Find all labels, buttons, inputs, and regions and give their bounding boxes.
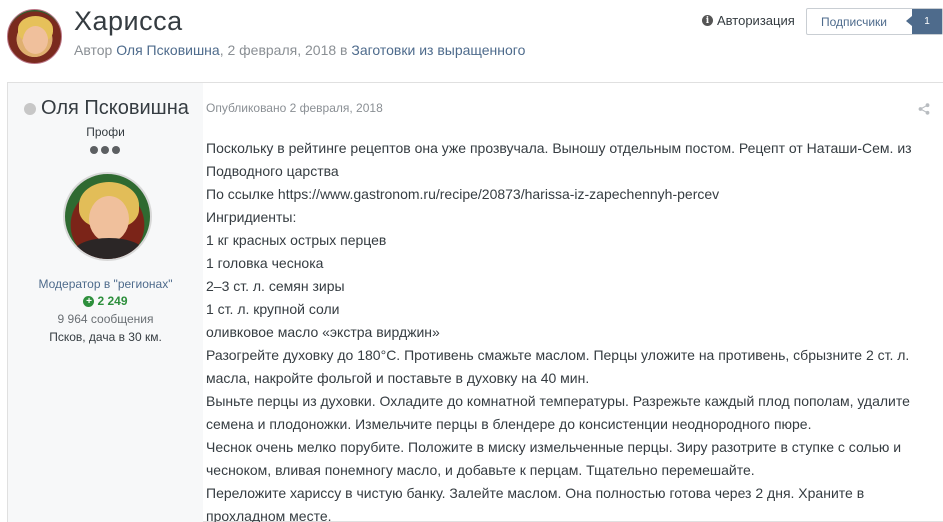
author-avatar-small[interactable] — [7, 9, 62, 64]
post-line: Разогрейте духовку до 180°С. Противень с… — [206, 347, 910, 386]
author-rank: Профи — [86, 125, 125, 139]
post-line: 1 кг красных острых перцев — [206, 232, 387, 248]
post-line: Выньте перцы из духовки. Охладите до ком… — [206, 393, 910, 432]
info-icon: i — [702, 15, 713, 26]
topic-title: Харисса — [74, 6, 183, 36]
topic-author-link[interactable]: Оля Псковишна — [116, 42, 220, 58]
post-line: Ингридиенты: — [206, 209, 297, 225]
follow-label: Подписчики — [821, 14, 888, 29]
topic-meta: Автор Оля Псковишна, 2 февраля, 2018 в З… — [74, 42, 525, 58]
post-author-column: Оля Псковишна Профи Модератор в "региона… — [8, 83, 203, 522]
post-line: Чеснок очень мелко порубите. Положите в … — [206, 439, 902, 478]
post-line-link[interactable]: По ссылке https://www.gastronom.ru/recip… — [206, 183, 938, 206]
post: Оля Псковишна Профи Модератор в "региона… — [7, 82, 943, 522]
follow-button[interactable]: Подписчики 1 — [806, 8, 943, 35]
post-line: Переложите хариссу в чистую банку. Залей… — [206, 485, 865, 522]
reputation-badge[interactable]: + 2 249 — [8, 294, 203, 308]
post-line: оливковое масло «экстра вирджин» — [206, 324, 440, 340]
meta-date: , 2 февраля, 2018 в — [219, 42, 352, 58]
auth-label: Авторизация — [717, 13, 795, 28]
meta-prefix: Автор — [74, 42, 117, 58]
post-line: 1 ст. л. крупной соли — [206, 301, 340, 317]
post-line: Поскольку в рейтинге рецептов она уже пр… — [206, 140, 912, 179]
forum-link[interactable]: Заготовки из выращенного — [351, 42, 525, 58]
post-author: Оля Псковишна — [24, 97, 189, 120]
post-body: Поскольку в рейтинге рецептов она уже пр… — [206, 137, 938, 522]
author-location: Псков, дача в 30 км. — [49, 330, 162, 344]
author-avatar[interactable] — [63, 172, 152, 261]
follow-count-badge: 1 — [906, 9, 942, 34]
reputation-value: 2 249 — [97, 294, 128, 308]
post-line: 1 головка чеснока — [206, 255, 324, 271]
rank-dots-icon — [90, 146, 120, 154]
topic-header: Харисса Автор Оля Псковишна, 2 февраля, … — [0, 0, 943, 80]
author-group: Модератор в "регионах" — [38, 277, 173, 291]
auth-link[interactable]: i Авторизация — [702, 13, 795, 28]
plus-icon: + — [83, 295, 95, 307]
post-author-name[interactable]: Оля Псковишна — [41, 97, 189, 120]
share-icon[interactable] — [918, 103, 930, 115]
post-date[interactable]: Опубликовано 2 февраля, 2018 — [206, 101, 383, 115]
post-line: 2–3 ст. л. семян зиры — [206, 278, 345, 294]
online-status-icon — [24, 102, 36, 115]
posts-count: 9 964 сообщения — [57, 312, 154, 326]
